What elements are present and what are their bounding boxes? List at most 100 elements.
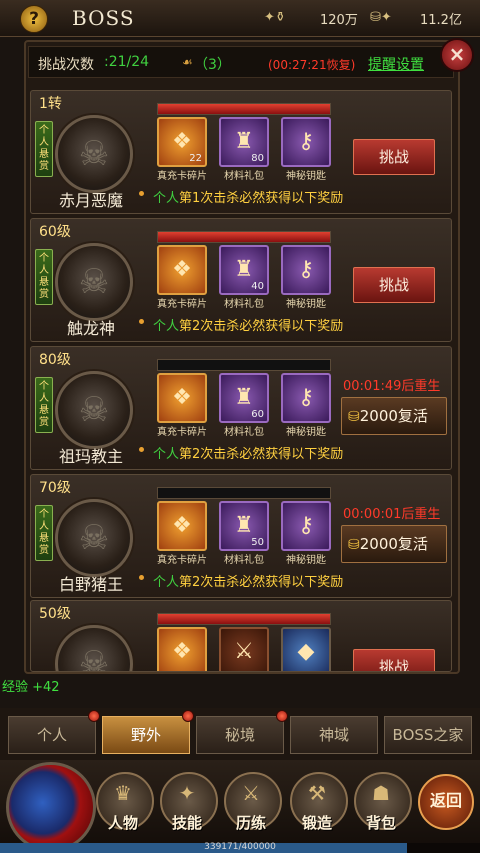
item-label: 真充卡碎片 bbox=[157, 555, 207, 566]
boss-card: 60级 个人悬赏 ☠ 触龙神 ❖ 真充卡碎片 ♜ 40 材料礼包 ⚷ 神秘钥匙 个人第2次击杀必然获得… bbox=[30, 218, 452, 342]
reward-note: 个人第1次击杀必然获得以下奖励 bbox=[153, 187, 343, 206]
boss-portrait-icon: ☠ bbox=[78, 644, 110, 672]
nav-label: 历练 bbox=[235, 814, 266, 832]
revive-label: 2000复活 bbox=[359, 407, 428, 425]
boss-name: 祖玛教主 bbox=[58, 447, 123, 466]
bullet-icon bbox=[139, 447, 144, 452]
challenge-button[interactable]: 挑战 bbox=[353, 649, 435, 671]
reward-item[interactable]: ⚷ bbox=[281, 117, 331, 167]
reward-item[interactable]: ❖ 22 bbox=[157, 117, 207, 167]
reward-text: 第2次击杀必然获得以下奖励 bbox=[179, 447, 344, 462]
reward-item[interactable]: ❖ bbox=[157, 245, 207, 295]
reward-item[interactable]: ♜ 60 bbox=[219, 373, 269, 423]
tab-5[interactable]: BOSS之家 bbox=[384, 716, 472, 754]
xp-text: 339171/400000 bbox=[204, 842, 276, 852]
boss-hp-fill bbox=[158, 104, 330, 114]
item-label: 材料礼包 bbox=[224, 427, 264, 438]
reward-item[interactable]: ❖ bbox=[157, 627, 207, 671]
ingot-amount: 11.2亿 bbox=[420, 13, 462, 28]
boss-portrait[interactable]: ☠ bbox=[55, 371, 133, 449]
boss-card: 80级 个人悬赏 ☠ 祖玛教主 ❖ 真充卡碎片 ♜ 60 材料礼包 ⚷ 神秘钥匙 个人第2次击杀必然获… bbox=[30, 346, 452, 470]
crystal-icon: ◆ bbox=[297, 639, 315, 664]
attempts-value: :21/24 bbox=[104, 54, 150, 70]
reward-text: 第2次击杀必然获得以下奖励 bbox=[179, 575, 344, 590]
respawn-timer: 00:00:01后重生 bbox=[343, 507, 441, 522]
exp-log: 经验 +42 bbox=[2, 680, 60, 695]
boss-portrait[interactable]: ☠ bbox=[55, 499, 133, 577]
reward-item[interactable]: ♜ 80 bbox=[219, 117, 269, 167]
boss-portrait[interactable]: ☠ bbox=[55, 115, 133, 193]
revive-button[interactable]: ⛁2000复活 bbox=[341, 397, 447, 435]
item-count: 22 bbox=[189, 153, 202, 164]
reward-item[interactable]: ❖ bbox=[157, 373, 207, 423]
item-count: 60 bbox=[251, 409, 264, 420]
boss-card: 50级 ☠ ❖ ⚔ ◆ 挑战 bbox=[30, 600, 452, 672]
challenge-button[interactable]: 挑战 bbox=[353, 267, 435, 303]
reward-prefix: 个人 bbox=[153, 575, 180, 590]
item-count: 80 bbox=[251, 153, 264, 164]
recover-timer: (00:27:21恢复) bbox=[268, 58, 356, 72]
reward-item[interactable]: ⚔ bbox=[219, 627, 269, 671]
winged-gold-icon: ✦⚱ bbox=[264, 10, 286, 25]
help-button[interactable]: ? bbox=[20, 5, 48, 33]
card-shard-icon: ❖ bbox=[172, 257, 192, 282]
tab-2[interactable]: 野外 bbox=[102, 716, 190, 754]
tab-1[interactable]: 个人 bbox=[8, 716, 96, 754]
attempts-label: 挑战次数 bbox=[38, 57, 94, 73]
anvil-icon: ⚒ bbox=[308, 781, 326, 805]
nav-label: 锻造 bbox=[301, 814, 332, 832]
bounty-badge: 个人悬赏 bbox=[35, 121, 53, 177]
reward-item[interactable]: ♜ 50 bbox=[219, 501, 269, 551]
reward-item[interactable]: ◆ bbox=[281, 627, 331, 671]
revive-button[interactable]: ⛁2000复活 bbox=[341, 525, 447, 563]
boss-hp-bar bbox=[157, 359, 331, 371]
boss-portrait-icon: ☠ bbox=[78, 134, 110, 174]
boss-hp-bar bbox=[157, 103, 331, 115]
sword-icon: ⚔ bbox=[234, 639, 254, 664]
reward-item[interactable]: ♜ 40 bbox=[219, 245, 269, 295]
boss-level: 70级 bbox=[39, 480, 71, 496]
tab-4[interactable]: 神域 bbox=[290, 716, 378, 754]
boss-hp-bar bbox=[157, 487, 331, 499]
boss-portrait[interactable]: ☠ bbox=[55, 243, 133, 321]
gold-ingot-icon: ⛁ bbox=[348, 537, 360, 553]
item-label: 神秘钥匙 bbox=[286, 555, 326, 566]
item-label: 材料礼包 bbox=[224, 171, 264, 182]
mystic-key-icon: ⚷ bbox=[297, 385, 315, 410]
item-label: 真充卡碎片 bbox=[157, 171, 207, 182]
gold-amount: 120万 bbox=[320, 13, 358, 28]
boss-portrait[interactable]: ☠ bbox=[55, 625, 133, 672]
challenge-button[interactable]: 挑战 bbox=[353, 139, 435, 175]
boss-name: 白野猪王 bbox=[58, 575, 123, 594]
respawn-timer: 00:01:49后重生 bbox=[343, 379, 441, 394]
bounty-badge: 个人悬赏 bbox=[35, 377, 53, 433]
reminder-settings-link[interactable]: 提醒设置 bbox=[368, 54, 424, 74]
close-button[interactable]: × bbox=[440, 38, 474, 72]
boss-level: 80级 bbox=[39, 352, 71, 368]
card-shard-icon: ❖ bbox=[172, 639, 192, 664]
reward-item[interactable]: ❖ bbox=[157, 501, 207, 551]
reward-prefix: 个人 bbox=[153, 319, 180, 334]
reward-item[interactable]: ⚷ bbox=[281, 245, 331, 295]
boss-hp-bar bbox=[157, 231, 331, 243]
card-shard-icon: ❖ bbox=[172, 513, 192, 538]
notification-dot bbox=[276, 710, 288, 722]
reward-item[interactable]: ⚷ bbox=[281, 501, 331, 551]
tab-3[interactable]: 秘境 bbox=[196, 716, 284, 754]
item-label: 真充卡碎片 bbox=[157, 299, 207, 310]
reward-note: 个人第2次击杀必然获得以下奖励 bbox=[153, 315, 343, 334]
back-button[interactable]: 返回 bbox=[418, 774, 474, 830]
bounty-badge: 个人悬赏 bbox=[35, 505, 53, 561]
boss-portrait-icon: ☠ bbox=[78, 518, 110, 558]
trial-icon: ⚔ bbox=[242, 781, 260, 805]
item-count: 40 bbox=[251, 281, 264, 292]
boss-level: 60级 bbox=[39, 224, 71, 240]
skill-book-icon: ✦ bbox=[178, 781, 196, 805]
reward-note: 个人第2次击杀必然获得以下奖励 bbox=[153, 571, 343, 590]
boss-level: 50级 bbox=[39, 606, 71, 622]
mystic-key-icon: ⚷ bbox=[297, 513, 315, 538]
page-title: BOSS bbox=[72, 6, 135, 30]
reward-prefix: 个人 bbox=[153, 447, 180, 462]
item-label: 真充卡碎片 bbox=[157, 427, 207, 438]
reward-item[interactable]: ⚷ bbox=[281, 373, 331, 423]
